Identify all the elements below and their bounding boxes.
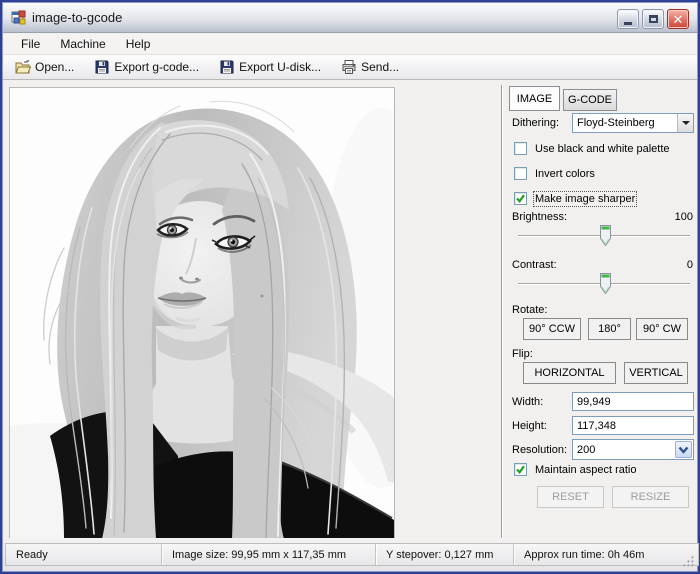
status-ready: Ready xyxy=(6,544,162,565)
flip-vertical-button[interactable]: VERTICAL xyxy=(624,362,688,384)
portrait-photo xyxy=(10,88,394,539)
slider-thumb[interactable] xyxy=(600,225,611,247)
aspect-ratio-checkbox[interactable]: Maintain aspect ratio xyxy=(514,463,637,476)
flip-label: Flip: xyxy=(512,348,533,360)
export-gcode-button[interactable]: Export g-code... xyxy=(88,57,205,77)
invert-colors-label: Invert colors xyxy=(535,167,595,180)
flip-horizontal-button[interactable]: HORIZONTAL xyxy=(523,362,616,384)
resolution-select[interactable]: 200 xyxy=(572,439,694,460)
panel-separator xyxy=(501,85,503,539)
open-button[interactable]: Open... xyxy=(9,57,80,77)
checkbox-checked-icon[interactable] xyxy=(514,192,527,205)
printer-icon xyxy=(342,60,356,74)
tab-image[interactable]: IMAGE xyxy=(509,86,560,111)
brightness-value: 100 xyxy=(674,211,693,223)
dithering-value: Floyd-Steinberg xyxy=(577,117,655,129)
resolution-label: Resolution: xyxy=(512,444,568,456)
dithering-select[interactable]: Floyd-Steinberg xyxy=(572,113,694,133)
app-window: image-to-gcode ✕ File Machine Help Open.… xyxy=(0,0,700,574)
checkbox-icon[interactable] xyxy=(514,167,527,180)
chevron-down-icon[interactable] xyxy=(677,114,693,132)
height-label: Height: xyxy=(512,420,547,432)
contrast-value: 0 xyxy=(686,259,693,271)
reset-button[interactable]: RESET xyxy=(537,486,604,508)
resize-button[interactable]: RESIZE xyxy=(612,486,689,508)
status-image-size: Image size: 99,95 mm x 117,35 mm xyxy=(162,544,376,565)
sharper-checkbox[interactable]: Make image sharper xyxy=(514,190,638,207)
export-udisk-button[interactable]: Export U-disk... xyxy=(213,57,327,77)
resize-grip[interactable] xyxy=(682,555,695,568)
open-folder-icon xyxy=(15,59,31,74)
chevron-down-icon[interactable] xyxy=(675,441,692,458)
resolution-value: 200 xyxy=(577,443,596,456)
app-icon xyxy=(11,10,26,24)
floppy-icon xyxy=(95,60,109,74)
menu-bar: File Machine Help xyxy=(3,34,697,55)
brightness-slider[interactable] xyxy=(516,225,692,247)
checkbox-checked-icon[interactable] xyxy=(514,463,527,476)
toolbar: Open... Export g-code... Export U-disk..… xyxy=(3,55,697,80)
menu-file[interactable]: File xyxy=(11,35,50,53)
rotate-180-button[interactable]: 180° xyxy=(588,318,631,340)
rotate-label: Rotate: xyxy=(512,304,548,316)
image-preview xyxy=(9,87,395,540)
send-button[interactable]: Send... xyxy=(335,57,405,77)
maximize-button[interactable] xyxy=(642,9,664,29)
menu-help[interactable]: Help xyxy=(116,35,161,53)
invert-colors-checkbox[interactable]: Invert colors xyxy=(514,167,595,180)
status-run-time: Approx run time: 0h 46m xyxy=(524,548,645,561)
sharper-label: Make image sharper xyxy=(532,190,638,207)
send-label: Send... xyxy=(361,60,400,74)
slider-thumb[interactable] xyxy=(600,273,611,295)
bw-palette-checkbox[interactable]: Use black and white palette xyxy=(514,142,670,155)
contrast-slider[interactable] xyxy=(516,273,692,295)
export-udisk-label: Export U-disk... xyxy=(239,60,322,74)
width-label: Width: xyxy=(512,396,544,408)
rotate-ccw-button[interactable]: 90° CCW xyxy=(523,318,581,340)
close-button[interactable]: ✕ xyxy=(667,9,689,29)
width-input[interactable] xyxy=(572,392,694,411)
bw-palette-label: Use black and white palette xyxy=(535,142,670,155)
status-bar: Ready Image size: 99,95 mm x 117,35 mm Y… xyxy=(3,538,699,571)
height-input[interactable] xyxy=(572,416,694,435)
close-icon: ✕ xyxy=(672,11,684,27)
menu-machine[interactable]: Machine xyxy=(50,35,115,53)
window-title: image-to-gcode xyxy=(32,10,123,25)
status-y-stepover: Y stepover: 0,127 mm xyxy=(376,544,514,565)
rotate-cw-button[interactable]: 90° CW xyxy=(636,318,688,340)
tab-gcode[interactable]: G-CODE xyxy=(563,89,617,111)
contrast-label: Contrast: xyxy=(512,259,557,271)
aspect-ratio-label: Maintain aspect ratio xyxy=(535,463,637,476)
dithering-label: Dithering: xyxy=(512,117,560,129)
floppy-icon xyxy=(220,60,234,74)
export-gcode-label: Export g-code... xyxy=(114,60,200,74)
minimize-button[interactable] xyxy=(617,9,639,29)
client-area: IMAGE G-CODE Dithering: Floyd-Steinberg … xyxy=(3,81,697,540)
brightness-label: Brightness: xyxy=(512,211,568,223)
maximize-icon xyxy=(648,15,658,23)
checkbox-icon[interactable] xyxy=(514,142,527,155)
minimize-icon xyxy=(624,22,632,25)
titlebar[interactable]: image-to-gcode ✕ xyxy=(3,3,697,33)
settings-panel: IMAGE G-CODE Dithering: Floyd-Steinberg … xyxy=(507,81,699,543)
open-label: Open... xyxy=(35,60,75,74)
status-panels: Ready Image size: 99,95 mm x 117,35 mm Y… xyxy=(5,543,699,566)
